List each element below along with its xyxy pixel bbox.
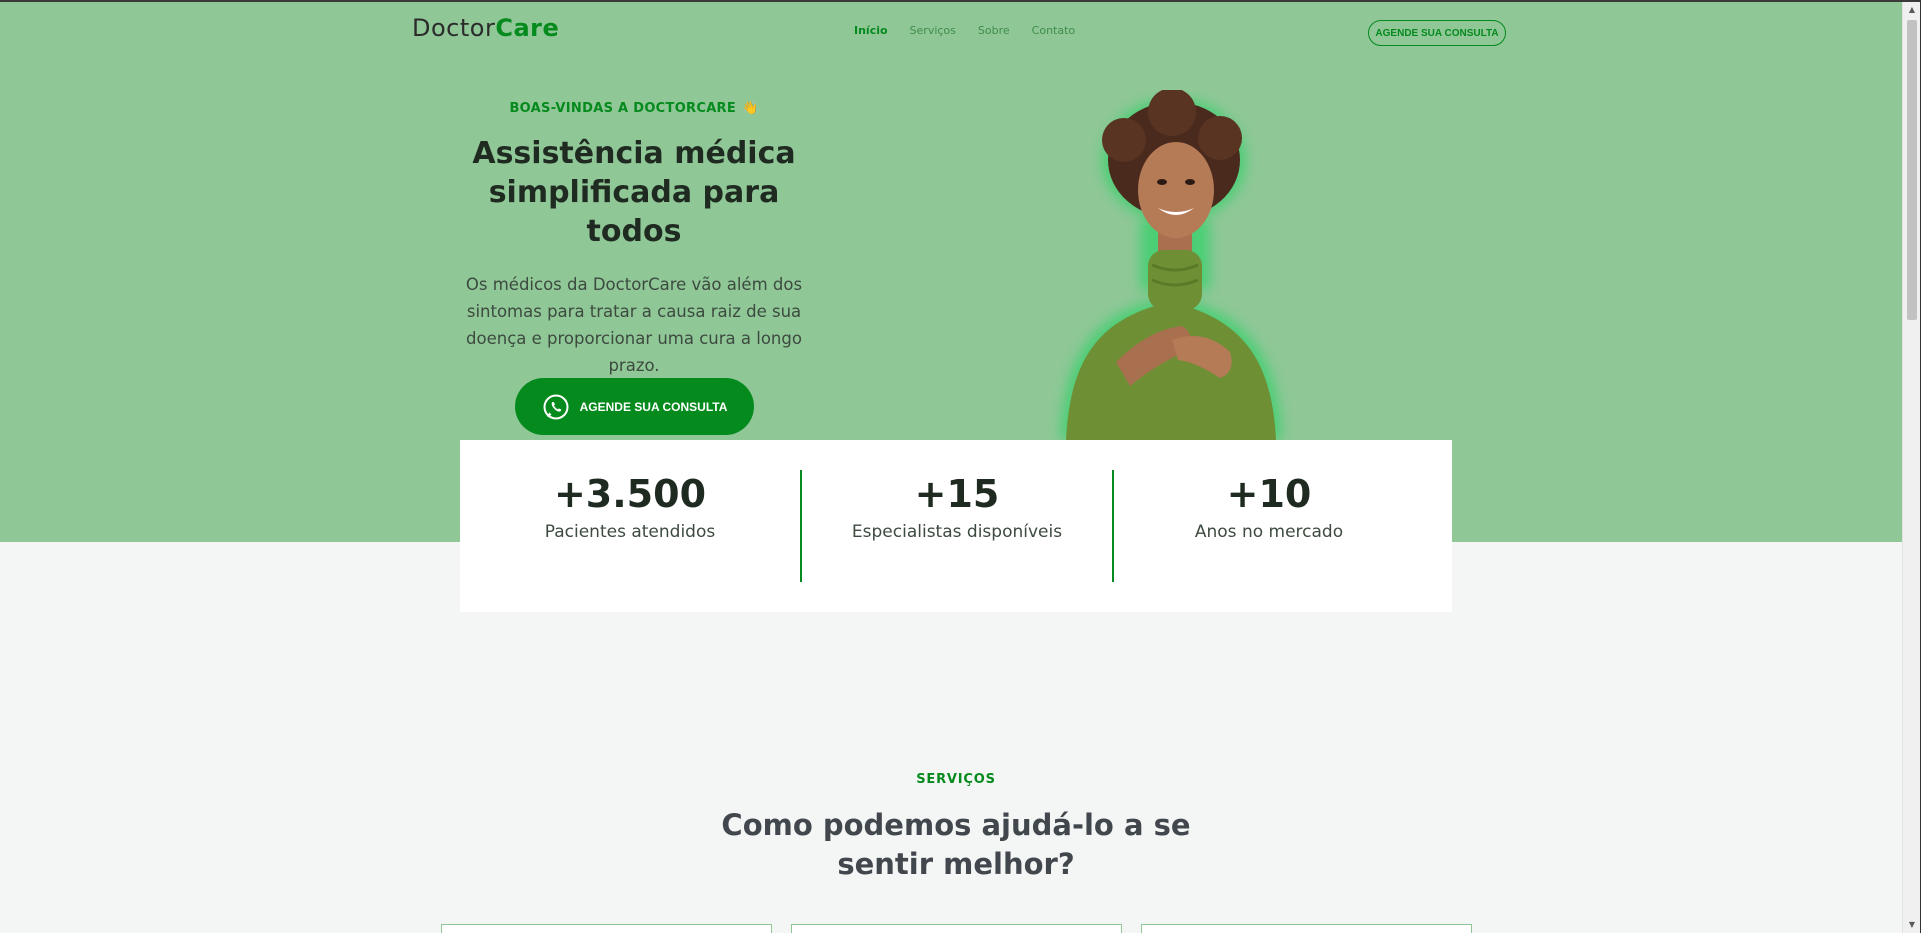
- stat-years: +10 Anos no mercado: [1114, 440, 1424, 542]
- logo-text-care: Care: [495, 14, 560, 42]
- hero-schedule-button[interactable]: AGENDE SUA CONSULTA: [515, 378, 754, 435]
- nav-item-inicio[interactable]: Início: [854, 24, 888, 40]
- whatsapp-icon: [542, 393, 570, 421]
- scroll-up-arrow-icon[interactable]: ▲: [1903, 2, 1921, 18]
- hero-title: Assistência médica simplificada para tod…: [472, 136, 796, 249]
- stat-label: Especialistas disponíveis: [851, 522, 1063, 542]
- hero-eyebrow: BOAS-VINDAS A DOCTORCARE 👋: [453, 98, 815, 120]
- hero-description: Os médicos da DoctorCare vão além dos si…: [465, 275, 803, 375]
- stat-value: +10: [1226, 472, 1312, 516]
- service-card[interactable]: [1141, 924, 1472, 933]
- page: DoctorCare Início Serviços Sobre Contato…: [0, 0, 1921, 933]
- stat-label: Pacientes atendidos: [544, 522, 716, 542]
- stat-specialists: +15 Especialistas disponíveis: [802, 440, 1112, 542]
- header-schedule-button[interactable]: AGENDE SUA CONSULTA: [1368, 20, 1506, 46]
- services-eyebrow: SERVIÇOS: [916, 772, 996, 787]
- scrollbar-thumb[interactable]: [1907, 20, 1917, 320]
- stats-card: +3.500 Pacientes atendidos +15 Especiali…: [460, 440, 1452, 612]
- stat-value: +3.500: [553, 472, 707, 516]
- logo[interactable]: DoctorCare: [412, 14, 559, 42]
- hero-doctor-image: [1060, 90, 1282, 440]
- stat-value: +15: [914, 472, 1000, 516]
- stat-patients: +3.500 Pacientes atendidos: [460, 440, 800, 542]
- services-title: Como podemos ajudá-lo a se sentir melhor…: [721, 808, 1191, 881]
- logo-text-doctor: Doctor: [412, 14, 496, 42]
- nav-item-contato[interactable]: Contato: [1032, 24, 1075, 40]
- main-nav: Início Serviços Sobre Contato: [854, 24, 1075, 40]
- service-card[interactable]: [791, 924, 1122, 933]
- scroll-down-arrow-icon[interactable]: ▼: [1903, 917, 1921, 933]
- nav-item-servicos[interactable]: Serviços: [910, 24, 956, 40]
- service-card[interactable]: [441, 924, 772, 933]
- hero-text-block: BOAS-VINDAS A DOCTORCARE 👋 Assistência m…: [453, 98, 815, 379]
- waving-hand-icon: 👋: [742, 101, 759, 116]
- hero-eyebrow-text: BOAS-VINDAS A DOCTORCARE: [509, 101, 737, 116]
- stat-label: Anos no mercado: [1194, 522, 1344, 542]
- nav-item-sobre[interactable]: Sobre: [978, 24, 1010, 40]
- hero-schedule-button-label: AGENDE SUA CONSULTA: [579, 399, 728, 414]
- scrollbar[interactable]: ▲ ▼: [1902, 2, 1921, 933]
